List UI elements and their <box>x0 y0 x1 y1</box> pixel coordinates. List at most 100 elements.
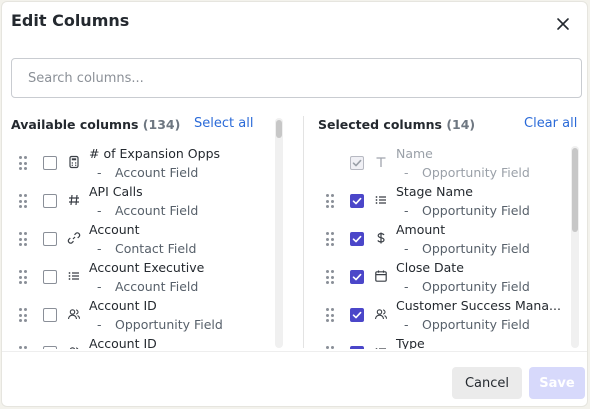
column-source-label: Account Field <box>115 165 199 180</box>
selected-scrollbar[interactable] <box>571 146 579 348</box>
list-icon <box>375 348 386 349</box>
column-source-label: Opportunity Field <box>422 317 530 332</box>
available-column-row[interactable]: Account Executive - Account Field <box>11 258 269 296</box>
search-box <box>11 58 582 98</box>
cancel-button[interactable]: Cancel <box>452 367 522 399</box>
selected-column-row[interactable]: Customer Success Mana... - Opportunity Fie… <box>318 296 564 334</box>
selected-column-row[interactable]: Name - Opportunity Field <box>318 144 564 182</box>
footer-divider <box>2 351 587 352</box>
selected-column-row[interactable]: Amount - Opportunity Field <box>318 220 564 258</box>
column-name: # of Expansion Opps <box>89 146 221 161</box>
column-source: - Opportunity Field <box>404 317 530 332</box>
drag-handle-icon[interactable] <box>19 194 27 208</box>
selected-scrollbar-thumb[interactable] <box>572 148 578 232</box>
column-checkbox[interactable] <box>43 346 57 349</box>
column-name: Close Date <box>396 260 464 275</box>
column-name: Customer Success Mana... <box>396 298 561 313</box>
dialog-title: Edit Columns <box>11 11 130 30</box>
pane-divider <box>303 116 304 348</box>
available-columns-count: (134) <box>142 117 181 132</box>
column-checkbox[interactable] <box>350 194 364 208</box>
column-name: Account ID <box>89 298 157 313</box>
column-source: - Account Field <box>97 203 199 218</box>
drag-handle-icon[interactable] <box>19 308 27 322</box>
list-icon <box>68 272 79 280</box>
selected-column-row[interactable]: Stage Name - Opportunity Field <box>318 182 564 220</box>
available-column-row[interactable]: # of Expansion Opps - Account Field <box>11 144 269 182</box>
column-checkbox[interactable] <box>350 270 364 284</box>
available-column-row[interactable]: Account - Contact Field <box>11 220 269 258</box>
calendar-icon <box>375 270 387 282</box>
column-source: - Opportunity Field <box>404 241 530 256</box>
column-checkbox <box>350 156 364 170</box>
dollar-icon <box>377 232 385 244</box>
list-icon <box>375 196 386 204</box>
selected-columns-header: Selected columns (14) <box>318 117 475 132</box>
column-source-label: Opportunity Field <box>422 165 530 180</box>
drag-handle-icon[interactable] <box>19 232 27 246</box>
users-icon <box>67 309 81 320</box>
column-checkbox[interactable] <box>43 270 57 284</box>
drag-handle-icon[interactable] <box>326 270 334 284</box>
column-name: Type <box>396 336 425 349</box>
column-checkbox[interactable] <box>350 308 364 322</box>
column-name: Account Executive <box>89 260 205 275</box>
select-all-link[interactable]: Select all <box>194 116 253 131</box>
selected-column-row[interactable]: Type <box>318 334 564 349</box>
column-source: - Account Field <box>97 165 199 180</box>
available-columns-title: Available columns <box>11 117 139 132</box>
drag-handle-icon[interactable] <box>326 232 334 246</box>
text-icon <box>376 157 386 167</box>
column-source-label: Account Field <box>115 279 199 294</box>
column-checkbox[interactable] <box>43 232 57 246</box>
checkmark-icon <box>352 311 362 319</box>
drag-handle-icon[interactable] <box>326 346 334 349</box>
calculator-icon <box>69 155 79 169</box>
edit-columns-dialog: Edit Columns Available columns (134) Sel… <box>1 1 588 407</box>
column-checkbox[interactable] <box>43 156 57 170</box>
column-source-label: Account Field <box>115 203 199 218</box>
column-source: - Opportunity Field <box>97 317 223 332</box>
selected-columns-title: Selected columns <box>318 117 442 132</box>
drag-handle-icon[interactable] <box>19 270 27 284</box>
close-icon <box>557 18 569 30</box>
checkmark-icon <box>351 347 363 349</box>
column-name: API Calls <box>89 184 143 199</box>
search-input[interactable] <box>26 59 570 97</box>
selected-columns-count: (14) <box>446 117 476 132</box>
column-checkbox[interactable] <box>43 194 57 208</box>
column-source: - Opportunity Field <box>404 165 530 180</box>
column-name: Account ID <box>89 336 157 349</box>
drag-handle-icon[interactable] <box>19 346 27 349</box>
column-checkbox[interactable] <box>350 346 364 349</box>
drag-handle-icon[interactable] <box>326 194 334 208</box>
available-scrollbar-thumb[interactable] <box>276 120 282 138</box>
column-checkbox[interactable] <box>350 232 364 246</box>
hash-icon <box>69 194 79 206</box>
drag-handle-icon[interactable] <box>326 308 334 322</box>
checkmark-icon <box>352 197 362 205</box>
available-columns-list: # of Expansion Opps - Account Field API Cal… <box>11 144 269 349</box>
drag-handle-icon[interactable] <box>19 156 27 170</box>
selected-column-row[interactable]: Close Date - Opportunity Field <box>318 258 564 296</box>
available-column-row[interactable]: Account ID <box>11 334 269 349</box>
column-source-label: Opportunity Field <box>422 241 530 256</box>
save-button[interactable]: Save <box>529 367 585 399</box>
column-source-label: Opportunity Field <box>422 279 530 294</box>
available-scrollbar[interactable] <box>275 118 283 348</box>
checkmark-icon <box>352 159 362 167</box>
close-button[interactable] <box>553 14 573 34</box>
available-column-row[interactable]: API Calls - Account Field <box>11 182 269 220</box>
column-name: Stage Name <box>396 184 473 199</box>
column-name: Account <box>89 222 140 237</box>
column-name: Name <box>396 146 433 161</box>
clear-all-link[interactable]: Clear all <box>524 116 577 131</box>
available-column-row[interactable]: Account ID - Opportunity Field <box>11 296 269 334</box>
checkmark-icon <box>352 273 362 281</box>
column-source: - Contact Field <box>97 241 197 256</box>
column-source: - Opportunity Field <box>404 203 530 218</box>
users-icon <box>374 309 388 320</box>
column-checkbox[interactable] <box>43 308 57 322</box>
link-icon <box>67 232 81 244</box>
available-columns-header: Available columns (134) <box>11 117 180 132</box>
